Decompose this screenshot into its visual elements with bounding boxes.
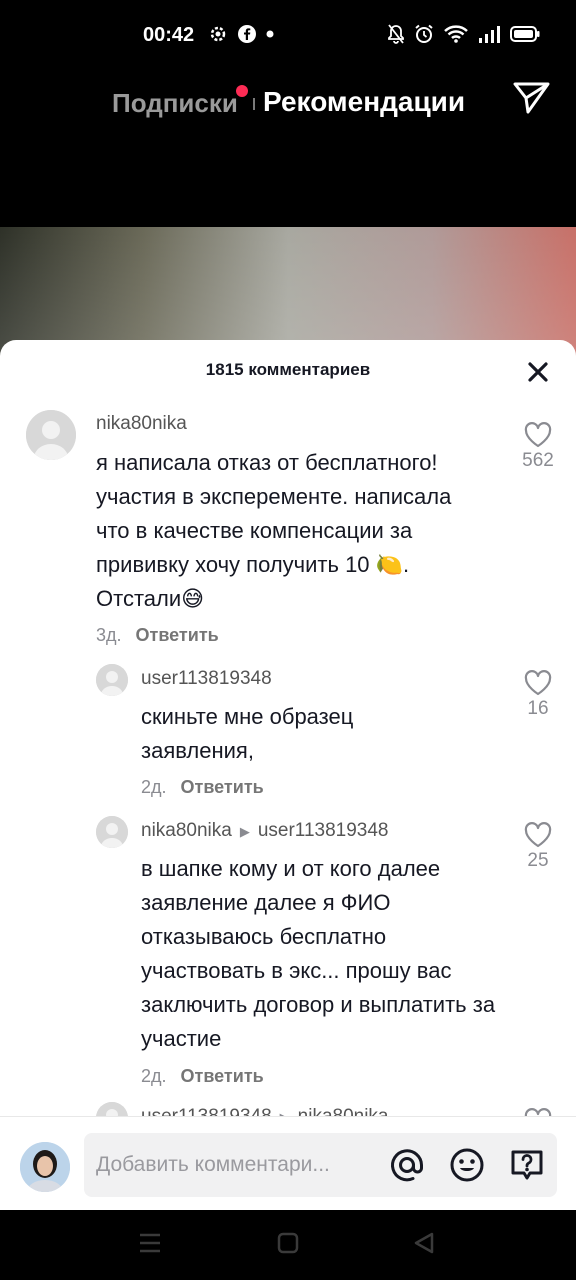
tab-separator [253,98,255,110]
battery-icon [510,26,540,42]
like-count: 25 [527,850,549,871]
mute-icon [388,24,404,44]
default-avatar-icon [96,816,128,848]
comment-meta: 2д. Ответить [141,777,264,798]
comment-age: 3д. [96,625,122,645]
heart-icon [524,822,552,848]
comment-text: скиньте мне образец заявления, [141,704,354,763]
status-left-icons [208,24,274,44]
comment-meta: 2д. Ответить [141,1066,264,1087]
profile-photo-icon [20,1142,70,1192]
avatar[interactable] [96,816,128,848]
signal-icon [479,26,500,43]
comment-username[interactable]: user113819348 [141,668,272,690]
comment-input-box[interactable] [84,1133,557,1197]
reply-button[interactable]: Ответить [181,1066,264,1086]
reply-item: nika80nika ▶ user113819348 в шапке кому и … [0,814,576,1104]
send-icon [513,82,550,114]
alarm-icon [415,24,433,43]
menu-icon[interactable] [138,1232,162,1259]
comment-username[interactable]: nika80nika [96,413,187,435]
comment-item: nika80nika я написала отказ от бесплатно… [0,400,576,650]
comments-sheet: 1815 комментариев nika80nika я написала … [0,340,576,1210]
comment-input[interactable] [96,1133,366,1197]
system-navigation-bar [0,1210,576,1280]
default-avatar-icon [96,664,128,696]
like-count: 562 [522,450,554,471]
share-button[interactable] [512,80,552,116]
comment-age: 2д. [141,1066,167,1086]
comment-username-line: nika80nika ▶ user113819348 [141,820,389,842]
avatar[interactable] [96,664,128,696]
comment-meta: 3д. Ответить [96,625,219,646]
close-icon [528,362,548,382]
comment-text: в шапке кому и от кого далее заявление д… [141,856,496,1051]
comment-input-bar [0,1116,576,1210]
comment-username[interactable]: nika80nika [141,820,232,841]
status-right-icons [388,24,540,44]
heart-icon [524,670,552,696]
my-avatar[interactable] [20,1142,70,1192]
status-bar: 00:42 [0,0,576,72]
reply-to-arrow-icon: ▶ [239,824,250,839]
input-icons [389,1147,545,1183]
like-button[interactable]: 562 [513,422,563,472]
like-button[interactable]: 25 [513,822,563,872]
default-avatar-icon [26,410,76,460]
home-icon[interactable] [277,1232,299,1259]
like-count: 16 [527,698,549,719]
wifi-icon [444,25,468,43]
comments-count-title: 1815 комментариев [205,360,371,379]
comments-list[interactable]: nika80nika я написала отказ от бесплатно… [0,400,576,1118]
status-time: 00:42 [143,24,195,46]
comment-text: я написала отказ от бесплатного! участия… [96,450,452,611]
reply-button[interactable]: Ответить [181,777,264,797]
top-nav: Подписки Рекомендации [0,80,576,128]
back-icon[interactable] [413,1232,435,1259]
mention-icon[interactable] [389,1147,425,1183]
emoji-icon[interactable] [449,1147,485,1183]
reply-button[interactable]: Ответить [136,625,219,645]
reply-to-username[interactable]: user113819348 [258,820,389,841]
reply-item: user113819348 скиньте мне образец заявле… [0,662,576,802]
question-icon[interactable] [509,1147,545,1183]
comments-header: 1815 комментариев [0,340,576,400]
close-button[interactable] [524,358,552,386]
tab-following[interactable]: Подписки [112,88,238,119]
comment-age: 2д. [141,777,167,797]
dot-icon [266,30,274,38]
new-content-dot [236,85,248,97]
tab-for-you[interactable]: Рекомендации [263,86,465,118]
settings-icon [210,26,226,42]
like-button[interactable]: 16 [513,670,563,720]
heart-icon [524,422,552,448]
facebook-icon [238,25,256,43]
avatar[interactable] [26,410,76,460]
